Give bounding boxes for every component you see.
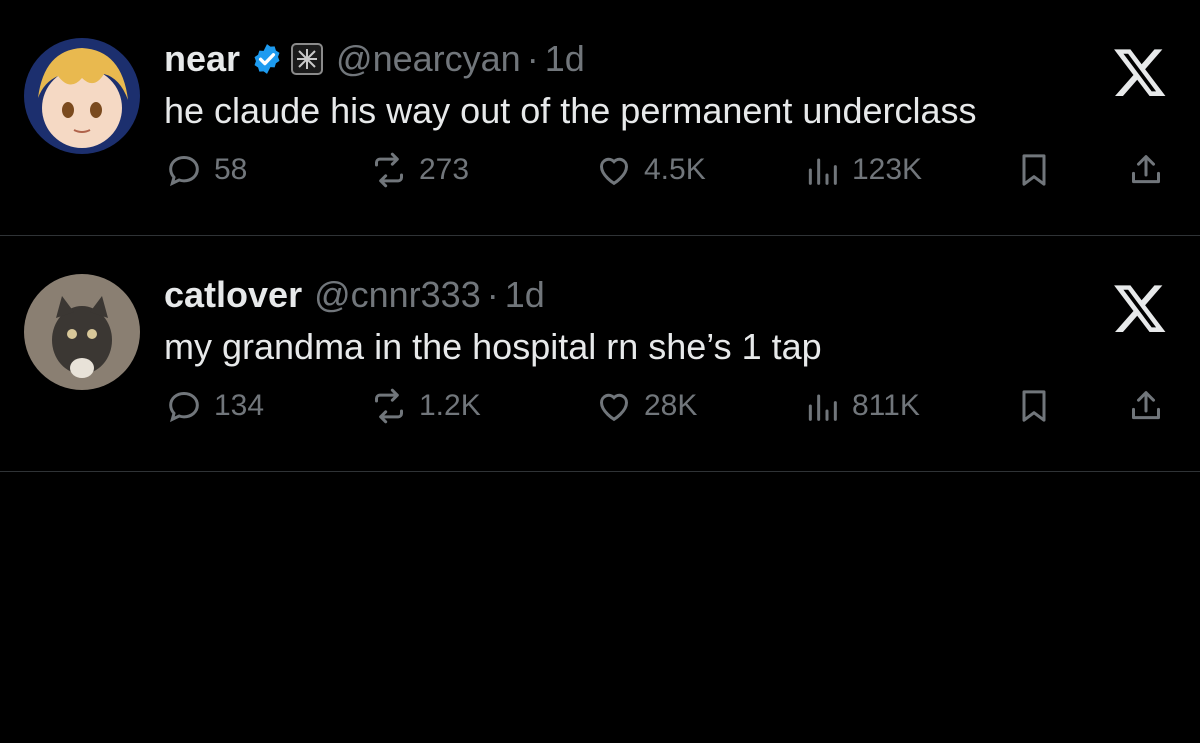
repost-button[interactable]: 273: [369, 150, 469, 190]
like-count: 28K: [644, 389, 698, 422]
kitten-avatar-icon: [24, 274, 140, 390]
action-bar: 58 273 4.5K 123K: [164, 150, 1174, 206]
post[interactable]: catlover @cnnr333 · 1d my grandma in the…: [0, 236, 1200, 472]
views-chart-icon: [808, 394, 837, 421]
views-chart-icon: [808, 158, 837, 185]
x-logo-icon: [1114, 49, 1166, 97]
share-button[interactable]: [1126, 150, 1166, 190]
timestamp[interactable]: 1d: [545, 36, 585, 82]
x-logo-icon: [1114, 285, 1166, 333]
timestamp[interactable]: 1d: [505, 272, 545, 318]
repost-count: 273: [419, 153, 470, 186]
verified-badge-icon: [250, 42, 284, 76]
post-header: near @nearcyan · 1d: [164, 36, 1160, 82]
like-button[interactable]: 4.5K: [594, 150, 706, 190]
timeline-feed: near @nearcyan · 1d he claude his way ou…: [0, 0, 1200, 472]
bookmark-icon: [1022, 390, 1046, 422]
view-count: 811K: [852, 389, 920, 422]
bookmark-button[interactable]: [1014, 150, 1054, 190]
repost-button[interactable]: 1.2K: [369, 386, 481, 426]
post-header: catlover @cnnr333 · 1d: [164, 272, 1160, 318]
separator: ·: [486, 274, 499, 315]
post-body: near @nearcyan · 1d he claude his way ou…: [164, 36, 1160, 136]
avatar[interactable]: [24, 38, 140, 154]
reply-icon: [169, 155, 199, 187]
affiliate-badge-icon[interactable]: [290, 42, 324, 76]
action-bar: 134 1.2K 28K 811K: [164, 386, 1174, 442]
repost-icon: [375, 152, 403, 188]
handle[interactable]: @nearcyan: [336, 36, 521, 82]
like-count: 4.5K: [644, 153, 706, 186]
post-text: my grandma in the hospital rn she’s 1 ta…: [164, 326, 822, 367]
post-text: he claude his way out of the permanent u…: [164, 90, 977, 131]
reply-button[interactable]: 58: [164, 150, 247, 190]
bookmark-icon: [1022, 154, 1046, 186]
reply-count: 58: [214, 153, 248, 186]
view-count: 123K: [852, 153, 923, 186]
display-name[interactable]: near: [164, 36, 240, 82]
bookmark-button[interactable]: [1014, 386, 1054, 426]
separator: ·: [526, 38, 539, 79]
views-button[interactable]: 811K: [802, 386, 920, 426]
share-icon: [1132, 155, 1160, 184]
like-button[interactable]: 28K: [594, 386, 697, 426]
reply-button[interactable]: 134: [164, 386, 264, 426]
share-icon: [1132, 391, 1160, 420]
display-name[interactable]: catlover: [164, 272, 302, 318]
reply-count: 134: [214, 389, 265, 422]
repost-icon: [375, 388, 403, 424]
heart-icon: [600, 157, 628, 186]
anime-girl-avatar-icon: [24, 38, 140, 154]
share-button[interactable]: [1126, 386, 1166, 426]
post-body: catlover @cnnr333 · 1d my grandma in the…: [164, 272, 1160, 372]
post[interactable]: near @nearcyan · 1d he claude his way ou…: [0, 0, 1200, 236]
avatar[interactable]: [24, 274, 140, 390]
views-button[interactable]: 123K: [802, 150, 922, 190]
handle[interactable]: @cnnr333: [314, 272, 481, 318]
reply-icon: [169, 391, 199, 423]
heart-icon: [600, 393, 628, 422]
repost-count: 1.2K: [419, 389, 481, 422]
